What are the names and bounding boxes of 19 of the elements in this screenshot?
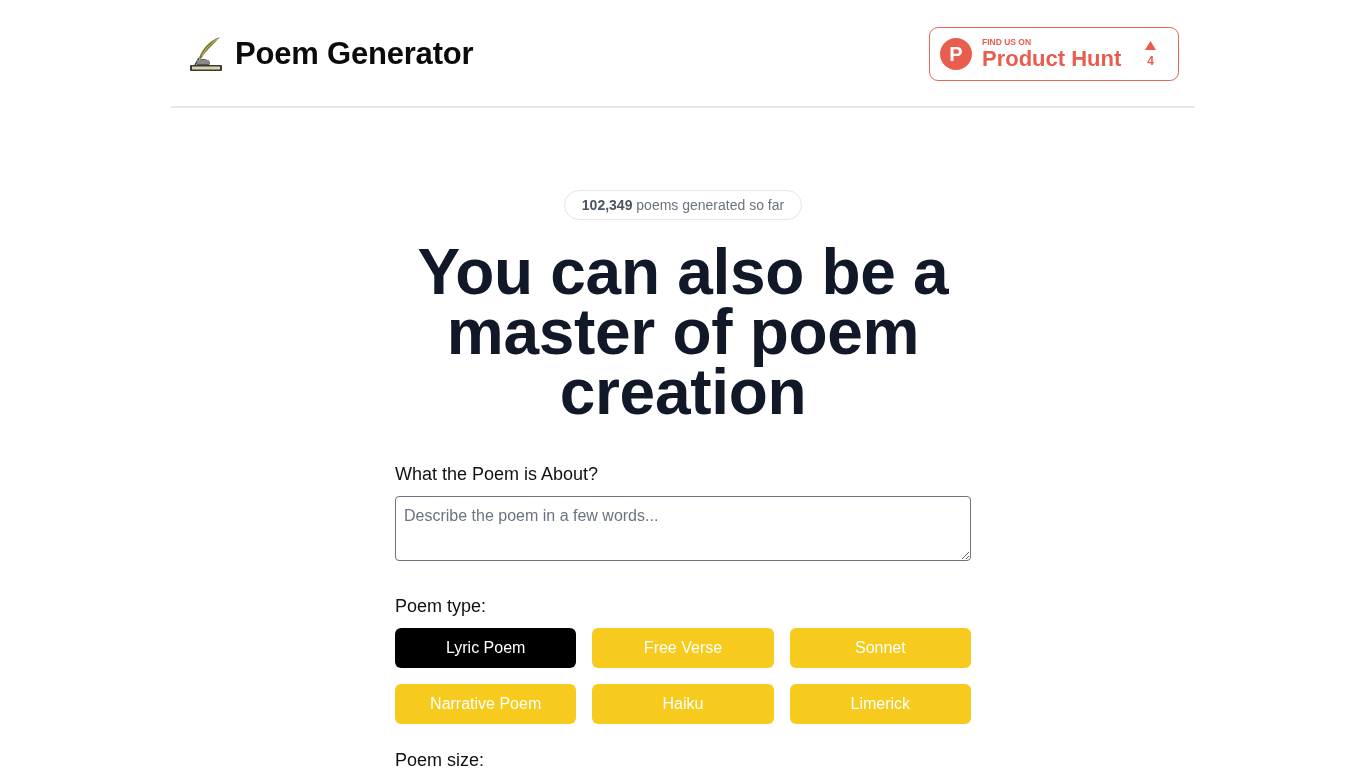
- find-us-label: FIND US ON: [982, 37, 1033, 47]
- p-logo: P: [940, 38, 972, 70]
- poem-type-option[interactable]: Narrative Poem: [395, 684, 577, 724]
- upvote-triangle-icon: [1145, 40, 1156, 50]
- site-title: Poem Generator: [235, 36, 474, 72]
- product-hunt-badge[interactable]: P FIND US ON Product Hunt 4: [929, 27, 1179, 81]
- poem-type-option[interactable]: Free Verse: [592, 628, 774, 668]
- poem-type-option[interactable]: Limerick: [789, 684, 971, 724]
- hero-heading: You can also be a master of poem creation: [416, 242, 950, 422]
- product-hunt-name: Product Hunt: [982, 47, 1123, 71]
- poem-type-option[interactable]: Lyric Poem: [395, 628, 577, 668]
- upvote-count: 4: [1147, 54, 1154, 68]
- quill-inkwell-icon: [189, 36, 223, 72]
- field-label: Poem size:: [395, 749, 486, 768]
- poem-type-option[interactable]: Sonnet: [789, 628, 971, 668]
- field-label: What the Poem is About?: [395, 463, 600, 486]
- poem-type-option[interactable]: Haiku: [592, 684, 774, 724]
- poem-topic-field[interactable]: Describe the poem in a few words...: [395, 496, 971, 561]
- field-label: Poem type:: [395, 595, 488, 618]
